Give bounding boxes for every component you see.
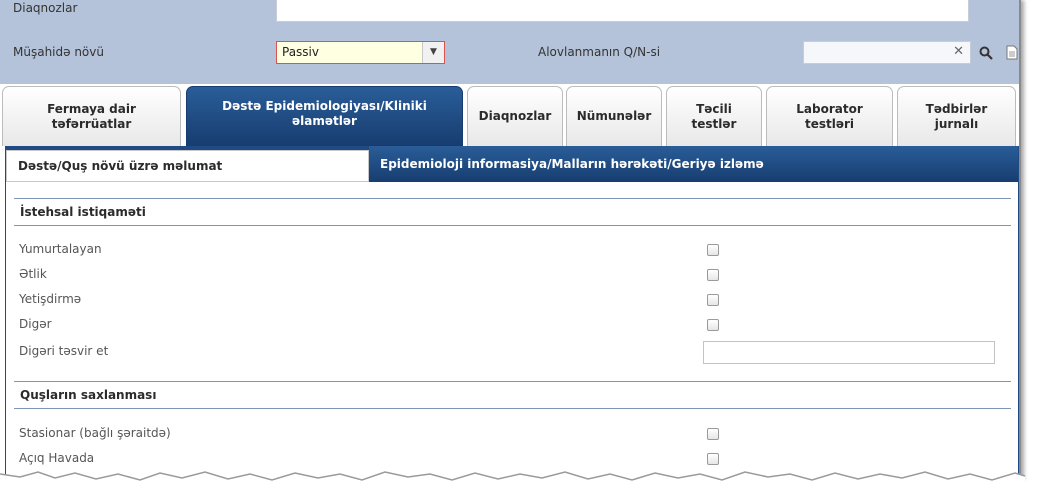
chevron-down-icon[interactable]: ▼ [422,42,444,63]
subtab-epidemiological-info[interactable]: Epidemioloji informasiya/Malların hərəkə… [369,146,1018,182]
production-item-breeding-checkbox[interactable] [707,294,719,306]
outbreak-number-label: Alovlanmanın Q/N-si [538,45,661,59]
subtab-flock-species-info[interactable]: Dəstə/Quş növü üzrə məlumat [6,150,369,182]
production-item-layer-label: Yumurtalayan [19,242,102,256]
tab-farm-details[interactable]: Fermaya dair təfərrüatlar [2,86,181,146]
tab-laboratory-tests[interactable]: Laborator testləri [766,86,893,146]
observation-type-value: Passiv [282,45,319,59]
production-item-other-checkbox[interactable] [707,319,719,331]
tab-diagnoses[interactable]: Diaqnozlar [467,86,563,146]
production-item-breeding-label: Yetişdirmə [19,292,82,306]
other-describe-label: Digəri təsvir et [19,344,109,358]
observation-type-select[interactable]: Passiv ▼ [276,41,445,64]
tab-actions-log[interactable]: Tədbirlər jurnalı [897,86,1016,146]
tab-content-panel: Dəstə/Quş növü üzrə məlumat Epidemioloji… [5,146,1019,480]
torn-edge-decoration [0,471,1026,498]
production-section-title: İstehsal istiqaməti [14,198,1011,226]
clear-icon[interactable]: ✕ [953,44,964,59]
other-describe-input[interactable] [703,341,995,364]
tab-samples[interactable]: Nümunələr [566,86,662,146]
search-icon[interactable] [979,46,993,60]
housing-item-open-air-checkbox[interactable] [707,453,719,465]
observation-type-label: Müşahidə növü [13,45,104,59]
tab-rapid-tests[interactable]: Təcili testlər [666,86,762,146]
outbreak-number-input[interactable]: ✕ [803,41,971,64]
production-item-other-label: Digər [19,317,52,331]
main-tabs: Fermaya dair təfərrüatlar Dəstə Epidemio… [0,84,1019,146]
diagnoses-field[interactable] [276,0,969,22]
housing-item-stationary-label: Stasionar (bağlı şəraitdə) [19,426,171,440]
subtab-bar: Dəstə/Quş növü üzrə məlumat Epidemioloji… [6,146,1018,182]
housing-item-open-air-label: Açıq Havada [19,451,95,465]
production-item-broiler-label: Ətlik [19,267,47,281]
housing-item-stationary-checkbox[interactable] [707,428,719,440]
tab-flock-epidemiology[interactable]: Dəstə Epidemiologiyası/Kliniki əlamətlər [186,86,463,146]
housing-section-title: Quşların saxlanması [14,381,1011,409]
diagnoses-label: Diaqnozlar [13,1,78,15]
filter-panel: Diaqnozlar Müşahidə növü Passiv ▼ Alovla… [0,0,1019,84]
production-item-layer-checkbox[interactable] [707,244,719,256]
app-window: Diaqnozlar Müşahidə növü Passiv ▼ Alovla… [0,0,1021,480]
production-item-broiler-checkbox[interactable] [707,269,719,281]
document-icon[interactable] [1006,45,1018,60]
